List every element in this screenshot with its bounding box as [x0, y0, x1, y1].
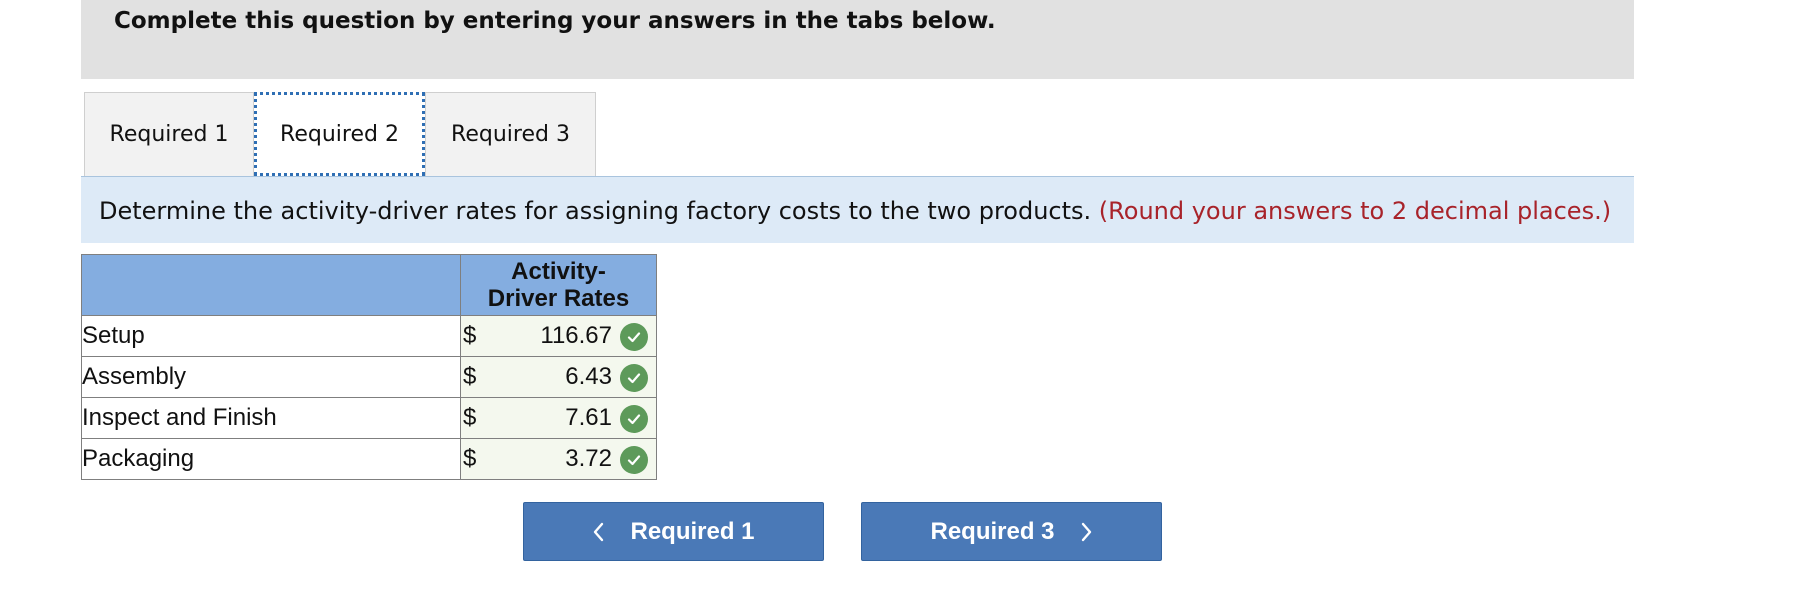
currency-symbol: $ — [463, 363, 477, 390]
instruction-banner: Complete this question by entering your … — [81, 0, 1634, 79]
table-row: Assembly $ 6.43 — [81, 356, 657, 398]
currency-symbol: $ — [463, 445, 477, 472]
table-row: Packaging $ 3.72 — [81, 438, 657, 480]
question-prompt: Determine the activity-driver rates for … — [81, 176, 1634, 243]
column-header-activity-driver-rates: Activity- Driver Rates — [460, 254, 657, 316]
chevron-right-icon — [1081, 522, 1093, 542]
tab-required-1[interactable]: Required 1 — [84, 92, 254, 176]
rate-input-cell[interactable]: $ 6.43 — [460, 356, 657, 398]
rate-input-cell[interactable]: $ 7.61 — [460, 397, 657, 439]
next-required-3-button[interactable]: Required 3 — [861, 502, 1162, 561]
rate-input-cell[interactable]: $ 3.72 — [460, 438, 657, 480]
rate-input-cell[interactable]: $ 116.67 — [460, 315, 657, 357]
instruction-text: Complete this question by entering your … — [114, 8, 996, 34]
row-label: Packaging — [81, 438, 461, 480]
check-circle-icon — [620, 364, 648, 392]
header-blank-cell — [81, 254, 461, 316]
row-label: Inspect and Finish — [81, 397, 461, 439]
rate-value[interactable]: 3.72 — [565, 445, 612, 473]
table-row: Inspect and Finish $ 7.61 — [81, 397, 657, 439]
check-circle-icon — [620, 446, 648, 474]
prompt-line: Determine the activity-driver rates for … — [99, 197, 1611, 225]
prev-required-1-button[interactable]: Required 1 — [523, 502, 824, 561]
check-circle-icon — [620, 323, 648, 351]
currency-symbol: $ — [463, 322, 477, 349]
row-label: Setup — [81, 315, 461, 357]
prompt-text: Determine the activity-driver rates for … — [99, 197, 1092, 225]
row-label: Assembly — [81, 356, 461, 398]
rate-value[interactable]: 7.61 — [565, 404, 612, 432]
activity-driver-rates-table: Activity- Driver Rates Setup $ 116.67 As… — [81, 254, 657, 480]
tab-required-3[interactable]: Required 3 — [425, 92, 596, 176]
table-header-row: Activity- Driver Rates — [81, 254, 657, 316]
chevron-left-icon — [592, 522, 604, 542]
rounding-note: (Round your answers to 2 decimal places.… — [1098, 197, 1612, 225]
column-header-line-1: Activity- — [511, 258, 606, 285]
check-circle-icon — [620, 405, 648, 433]
currency-symbol: $ — [463, 404, 477, 431]
next-button-label: Required 3 — [930, 517, 1055, 545]
table-row: Setup $ 116.67 — [81, 315, 657, 357]
tab-required-2[interactable]: Required 2 — [254, 92, 425, 176]
rate-value[interactable]: 116.67 — [540, 322, 612, 350]
prev-button-label: Required 1 — [630, 517, 755, 545]
rate-value[interactable]: 6.43 — [565, 363, 612, 391]
column-header-line-2: Driver Rates — [487, 285, 630, 312]
